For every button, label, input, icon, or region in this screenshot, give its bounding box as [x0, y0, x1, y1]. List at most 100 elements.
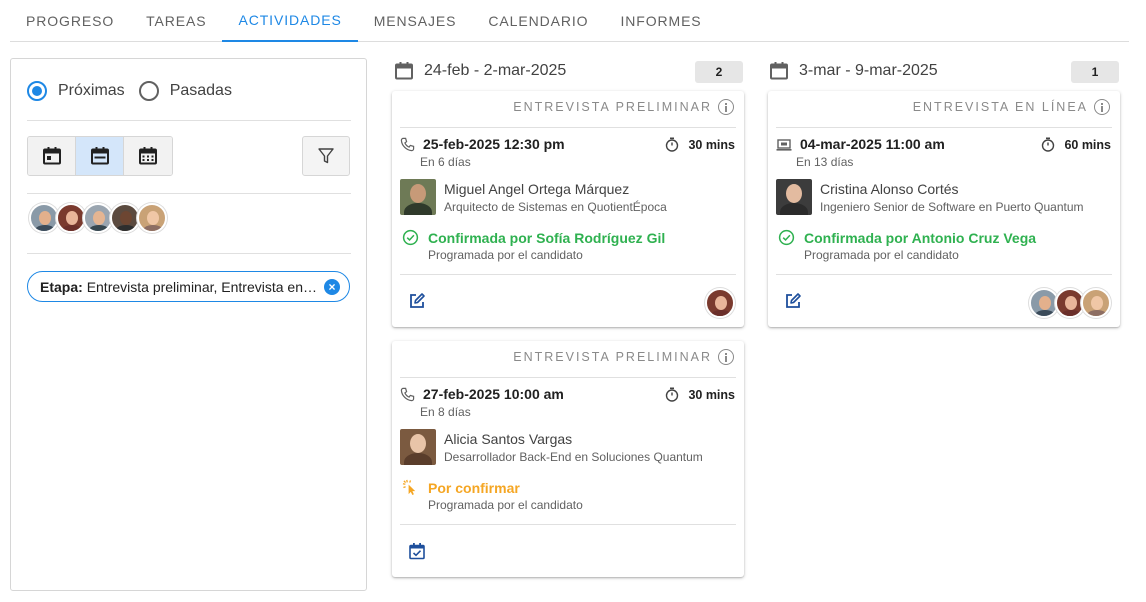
info-icon[interactable] [718, 349, 734, 365]
candidate-name[interactable]: Miguel Angel Ortega Márquez [444, 181, 629, 197]
datetime-text: 04-mar-2025 11:00 am [800, 136, 945, 152]
divider [400, 127, 736, 128]
radio-past[interactable]: Pasadas [138, 81, 232, 101]
radio-upcoming[interactable]: Próximas [27, 81, 125, 101]
info-icon[interactable] [1094, 99, 1110, 115]
duration: 30 mins [665, 137, 735, 152]
edit-icon[interactable] [408, 292, 426, 310]
datetime-text: 25-feb-2025 12:30 pm [423, 136, 565, 152]
candidate-role: Arquitecto de Sistemas en QuotientÉpoca [444, 200, 667, 214]
activity-count-badge: 1 [1071, 61, 1119, 83]
activity-datetime: 27-feb-2025 10:00 am [400, 386, 564, 402]
timer-icon [666, 137, 679, 152]
week-range: 3-mar - 9-mar-2025 [799, 62, 938, 79]
laptop-icon [776, 138, 792, 151]
relative-date: En 13 días [796, 155, 854, 169]
tab-progreso[interactable]: PROGRESO [10, 0, 130, 41]
divider [400, 274, 736, 275]
week-view-icon [90, 147, 109, 165]
interviewer-avatars [1029, 288, 1111, 318]
tab-informes[interactable]: INFORMES [604, 0, 717, 41]
radio-upcoming-label: Próximas [58, 82, 125, 99]
candidate-role: Desarrollador Back-End en Soluciones Qua… [444, 450, 703, 464]
duration: 60 mins [1041, 137, 1111, 152]
status-text: Confirmada por Sofía Rodríguez Gil [428, 229, 666, 246]
duration-text: 30 mins [688, 387, 735, 402]
close-icon[interactable]: × [324, 279, 340, 295]
divider [27, 120, 351, 121]
candidate-name[interactable]: Alicia Santos Vargas [444, 431, 572, 447]
avatar[interactable] [29, 203, 59, 233]
tab-bar: PROGRESO TAREAS ACTIVIDADES MENSAJES CAL… [10, 0, 1129, 42]
avatar[interactable] [110, 203, 140, 233]
day-view-button[interactable] [28, 137, 76, 175]
activity-datetime: 04-mar-2025 11:00 am [776, 136, 945, 152]
chip-value: Entrevista preliminar, Entrevista en lín… [86, 278, 318, 295]
filter-button[interactable] [302, 136, 350, 176]
stage-filter-chip[interactable]: Etapa: Entrevista preliminar, Entrevista… [27, 271, 350, 302]
calendar-icon [770, 62, 788, 80]
avatar[interactable] [1081, 288, 1111, 318]
pointer-click-icon [402, 479, 416, 496]
tab-calendario[interactable]: CALENDARIO [472, 0, 604, 41]
calendar-check-icon[interactable] [408, 542, 426, 560]
phone-icon [400, 137, 415, 151]
status-text: Por confirmar [428, 479, 520, 496]
divider [27, 193, 351, 194]
stage-text: ENTREVISTA PRELIMINAR [513, 100, 712, 114]
calendar-view-toggle [27, 136, 173, 176]
candidate-photo [776, 179, 812, 215]
calendar-icon [395, 62, 413, 80]
stage-label: ENTREVISTA EN LÍNEA [913, 99, 1110, 115]
activity-card[interactable]: ENTREVISTA PRELIMINAR 27-feb-2025 10:00 … [392, 341, 744, 577]
candidate-name[interactable]: Cristina Alonso Cortés [820, 181, 959, 197]
activity-datetime: 25-feb-2025 12:30 pm [400, 136, 565, 152]
avatar[interactable] [83, 203, 113, 233]
filter-panel: Próximas Pasadas Etapa: Entrevista preli… [10, 58, 367, 591]
stage-text: ENTREVISTA EN LÍNEA [912, 100, 1088, 114]
status-pending: Por confirmar [402, 479, 520, 496]
tab-mensajes[interactable]: MENSAJES [358, 0, 473, 41]
chip-text: Etapa: Entrevista preliminar, Entrevista… [40, 279, 318, 295]
relative-date: En 8 días [420, 405, 471, 419]
candidate-photo [400, 179, 436, 215]
activity-card[interactable]: ENTREVISTA EN LÍNEA 04-mar-2025 11:00 am… [768, 91, 1120, 327]
avatar[interactable] [705, 288, 735, 318]
divider [776, 127, 1112, 128]
candidate-role: Ingeniero Senior de Software en Puerto Q… [820, 200, 1084, 214]
divider [400, 377, 736, 378]
activity-card[interactable]: ENTREVISTA PRELIMINAR 25-feb-2025 12:30 … [392, 91, 744, 327]
radio-unchecked-icon [138, 81, 159, 101]
phone-icon [400, 387, 415, 401]
divider [27, 253, 351, 254]
datetime-text: 27-feb-2025 10:00 am [423, 386, 564, 402]
day-view-icon [42, 147, 61, 165]
tab-actividades[interactable]: ACTIVIDADES [222, 0, 358, 42]
divider [400, 524, 736, 525]
avatar[interactable] [56, 203, 86, 233]
scheduled-by: Programada por el candidato [804, 248, 959, 262]
stage-label: ENTREVISTA PRELIMINAR [513, 99, 734, 115]
status-confirmed: Confirmada por Sofía Rodríguez Gil [402, 229, 665, 246]
timer-icon [666, 387, 679, 402]
check-circle-icon [402, 229, 419, 246]
week-view-button[interactable] [76, 137, 124, 175]
relative-date: En 6 días [420, 155, 471, 169]
time-filter-radios: Próximas Pasadas [27, 81, 246, 101]
avatar[interactable] [137, 203, 167, 233]
duration: 30 mins [665, 387, 735, 402]
radio-past-label: Pasadas [169, 82, 232, 99]
timer-icon [1042, 137, 1055, 152]
week-header: 3-mar - 9-mar-2025 [769, 59, 938, 83]
week-header: 24-feb - 2-mar-2025 [394, 59, 566, 83]
tab-tareas[interactable]: TAREAS [130, 0, 222, 41]
radio-checked-icon [27, 81, 47, 101]
divider [776, 274, 1112, 275]
month-view-button[interactable] [124, 137, 172, 175]
interviewer-avatars [705, 288, 735, 318]
week-range: 24-feb - 2-mar-2025 [424, 62, 567, 79]
edit-icon[interactable] [784, 292, 802, 310]
status-confirmed: Confirmada por Antonio Cruz Vega [778, 229, 1036, 246]
info-icon[interactable] [718, 99, 734, 115]
duration-text: 60 mins [1064, 137, 1111, 152]
